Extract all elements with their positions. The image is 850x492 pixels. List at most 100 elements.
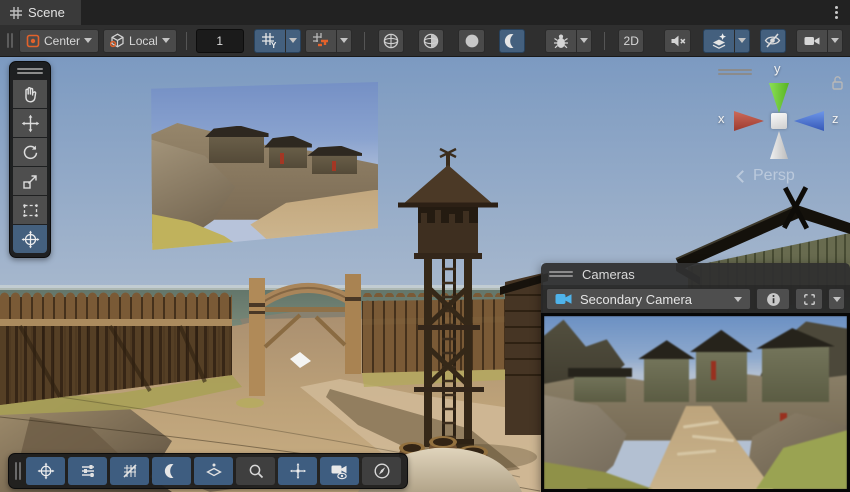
grid-snap-y-icon: Y [261, 32, 278, 49]
cameras-drag-handle[interactable] [549, 269, 573, 279]
projection-indicator[interactable]: Persp [738, 167, 795, 185]
effects-dropdown[interactable] [734, 29, 750, 53]
scene-camera-button[interactable] [796, 29, 827, 53]
fog-globe-icon [422, 32, 440, 50]
tab-bar: Scene [0, 0, 850, 25]
orientation-gizmo[interactable]: y x z [712, 59, 848, 169]
svg-text:Y: Y [271, 41, 277, 49]
mode-2d-button[interactable]: 2D [618, 29, 644, 53]
chevron-down-icon [162, 38, 170, 43]
overflow-menu-icon[interactable] [823, 0, 850, 25]
grid-snap-dropdown[interactable] [285, 29, 301, 53]
tool-settings-icon [79, 462, 97, 480]
lighting-crescent-icon [163, 462, 181, 480]
scene-toolbar: Center Local Y [0, 25, 850, 57]
fullscreen-icon [802, 292, 817, 307]
cameras-panel: Cameras Secondary Camera [541, 263, 850, 492]
axis-z-label[interactable]: z [832, 111, 839, 126]
orientation-mode-label: Local [129, 34, 158, 48]
orientation-mode-dropdown[interactable]: Local [103, 29, 177, 53]
unity-scene-view-window: Scene Center Local [0, 0, 850, 492]
cameras-panel-controls: Secondary Camera [541, 285, 850, 313]
transform-tool-icon [21, 230, 40, 249]
audio-toggle[interactable] [664, 29, 690, 53]
axis-y-label[interactable]: y [774, 61, 781, 76]
chevron-down-icon [833, 297, 841, 302]
toolbar-drag-handle[interactable] [7, 33, 13, 48]
effects-sparkle-icon [710, 32, 728, 50]
skybox-globe-icon [382, 32, 400, 50]
flares-toggle[interactable] [458, 29, 484, 53]
axis-down-cone[interactable] [770, 131, 788, 159]
snap-increment-dropdown[interactable] [336, 29, 352, 53]
chevron-down-icon [734, 297, 742, 302]
camera-info-button[interactable] [756, 288, 790, 310]
tool-settings-button[interactable] [68, 457, 107, 485]
search-icon [247, 462, 265, 480]
scene-overlay-toolbar [8, 453, 408, 489]
compass-button[interactable] [362, 457, 401, 485]
chevron-down-icon [84, 38, 92, 43]
scale-tool-button[interactable] [13, 167, 47, 195]
fog-toggle[interactable] [418, 29, 444, 53]
hand-tool-button[interactable] [13, 80, 47, 108]
visibility-eye-off-icon [763, 31, 782, 50]
transform-gizmo-button[interactable] [26, 457, 65, 485]
grid-visibility-icon [121, 462, 139, 480]
visibility-toggle[interactable] [760, 29, 786, 53]
grid-visibility-button[interactable] [110, 457, 149, 485]
move-tool-button[interactable] [13, 109, 47, 137]
toolbar-separator [186, 32, 187, 50]
effects-toggle[interactable] [703, 29, 734, 53]
hand-tool-icon [21, 85, 40, 104]
toolbar-separator [604, 32, 605, 50]
snap-increment-magnet-icon [312, 32, 329, 49]
cameras-panel-title: Cameras [582, 267, 635, 282]
cameras-overlay-button[interactable] [320, 457, 359, 485]
snap-increment-button[interactable] [305, 29, 336, 53]
rotate-tool-button[interactable] [13, 138, 47, 166]
unlock-icon[interactable] [831, 75, 844, 90]
gizmos-toggle-button[interactable] [194, 457, 233, 485]
transform-tool-button[interactable] [13, 225, 47, 253]
scene-viewport[interactable]: Persp y x z [0, 57, 850, 492]
search-button[interactable] [236, 457, 275, 485]
rect-tool-button[interactable] [13, 196, 47, 224]
info-icon [766, 292, 781, 307]
move-overlay-button[interactable] [278, 457, 317, 485]
tab-scene[interactable]: Scene [0, 0, 81, 25]
pivot-center-icon [26, 34, 40, 48]
move-tool-icon [21, 114, 40, 133]
lighting-toggle-button[interactable] [152, 457, 191, 485]
cameras-panel-header[interactable]: Cameras [541, 263, 850, 285]
debug-mode-button[interactable] [545, 29, 576, 53]
axis-x-cone[interactable] [734, 111, 764, 131]
axis-x-label[interactable]: x [718, 111, 725, 126]
debug-mode-dropdown[interactable] [576, 29, 592, 53]
overlay-toolbar-drag-handle[interactable] [15, 462, 21, 480]
scene-camera-dropdown[interactable] [827, 29, 843, 53]
grid-snap-toggle[interactable]: Y [254, 29, 285, 53]
scene-camera-icon [803, 32, 821, 50]
video-camera-icon [555, 292, 572, 306]
camera-panel-dropdown[interactable] [828, 288, 845, 310]
rect-tool-icon [21, 201, 40, 220]
scene-lighting-toggle[interactable] [499, 29, 525, 53]
skybox-toggle[interactable] [378, 29, 404, 53]
grid-size-input[interactable] [196, 29, 244, 53]
tools-drag-handle[interactable] [17, 68, 43, 74]
camera-view-icon [330, 462, 349, 481]
tools-overlay [9, 61, 51, 258]
pivot-mode-dropdown[interactable]: Center [19, 29, 99, 53]
move-cross-icon [289, 462, 307, 480]
axis-y-cone[interactable] [769, 83, 789, 113]
scale-tool-icon [21, 172, 40, 191]
pivot-mode-label: Center [44, 34, 80, 48]
tab-title: Scene [28, 5, 65, 20]
gizmo-center-cube[interactable] [771, 113, 787, 129]
camera-fullscreen-button[interactable] [795, 288, 823, 310]
orientation-cube-icon [110, 33, 125, 48]
gizmo-drag-handle[interactable] [718, 67, 752, 77]
axis-z-cone[interactable] [794, 111, 824, 131]
camera-select-dropdown[interactable]: Secondary Camera [546, 288, 751, 310]
